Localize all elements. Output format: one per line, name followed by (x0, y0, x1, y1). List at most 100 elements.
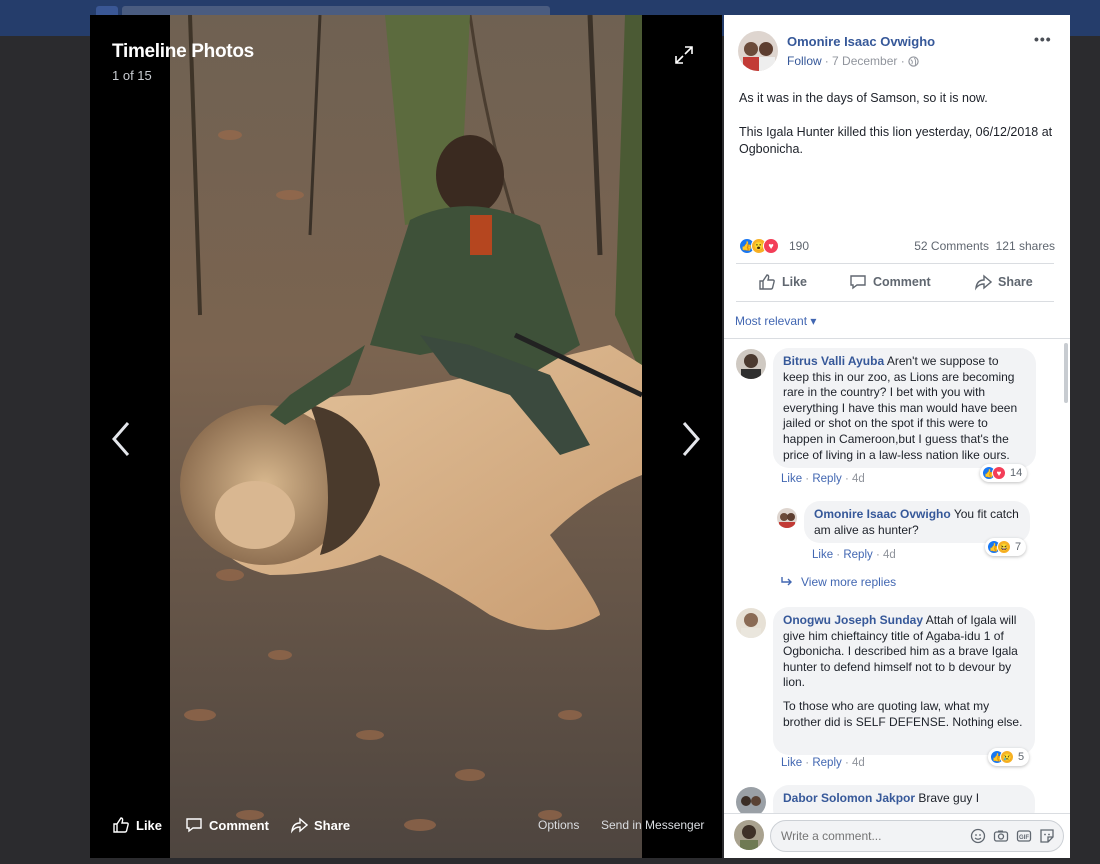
comment-label: Comment (873, 275, 931, 289)
share-icon (290, 817, 308, 834)
post-paragraph: This Igala Hunter killed this lion yeste… (739, 125, 1053, 156)
view-more-replies-link[interactable]: View more replies (781, 575, 896, 589)
thumbs-up-icon (113, 817, 129, 833)
more-options-icon[interactable]: ••• (1034, 31, 1052, 47)
sticker-icon[interactable] (1039, 828, 1055, 844)
comment-reaction-count: 14 (1010, 467, 1023, 479)
next-photo-button[interactable] (672, 419, 706, 459)
shares-count[interactable]: 121 shares (996, 239, 1055, 253)
post-date[interactable]: · 7 December · (825, 54, 905, 68)
follow-link[interactable]: Follow (787, 54, 822, 68)
share-button[interactable]: Share (974, 273, 1033, 291)
comment-text-second-paragraph: To those who are quoting law, what my br… (783, 698, 1023, 729)
send-in-messenger-button[interactable]: Send in Messenger (601, 818, 704, 832)
caret-down-icon: ▾ (810, 314, 817, 328)
view-more-replies-label: View more replies (801, 575, 897, 589)
comment-input-box[interactable]: GIF (770, 820, 1064, 852)
comment-reactions[interactable]: 👍 😢 5 (988, 748, 1030, 766)
composer-icons: GIF (970, 828, 1055, 844)
reply-reply-link[interactable]: Reply (843, 549, 872, 561)
hunter-lion-photo (170, 15, 642, 858)
reply-arrow-icon (781, 577, 792, 586)
comment-icon (186, 818, 202, 833)
comment-reaction-count: 5 (1018, 751, 1025, 763)
comment-bubble: Onogwu Joseph Sunday Attah of Igala will… (773, 607, 1035, 755)
photo-counter: 1 of 15 (112, 68, 152, 83)
thumbs-up-icon (759, 274, 775, 290)
viewer-action-bar: Like Comment Share Options Send in Messe… (90, 798, 722, 858)
commenter-name[interactable]: Dabor Solomon Jakpor (783, 791, 915, 805)
post-actions: Like Comment Share (736, 267, 1054, 299)
previous-photo-button[interactable] (106, 419, 140, 459)
gif-icon[interactable]: GIF (1016, 828, 1032, 844)
divider (736, 263, 1054, 264)
comment-meta: Like · Reply · 4d (781, 473, 865, 485)
comment-composer: GIF (724, 813, 1070, 858)
reply-meta: Like · Reply · 4d (812, 549, 896, 561)
post-body: As it was in the days of Samson, so it i… (739, 90, 1059, 175)
photo-viewer: Timeline Photos 1 of 15 Like Comment Sha… (90, 15, 722, 858)
commenter-avatar[interactable] (736, 608, 766, 638)
comment-time[interactable]: · 4d (845, 757, 865, 769)
comment-text: Aren't we suppose to keep this in our zo… (783, 354, 1018, 462)
author-avatar[interactable] (738, 31, 778, 71)
comments-count[interactable]: 52 Comments (914, 239, 989, 253)
reply-author-name[interactable]: Omonire Isaac Ovwigho (814, 507, 951, 521)
share-label: Share (998, 275, 1033, 289)
comment-reply-link[interactable]: Reply (812, 473, 841, 485)
comment-button[interactable]: Comment (849, 273, 931, 291)
viewer-options-button[interactable]: Options (538, 818, 579, 832)
reply-bubble: Omonire Isaac Ovwigho You fit catch am a… (804, 501, 1030, 543)
emoji-icon[interactable] (970, 828, 986, 844)
like-label: Like (782, 275, 808, 289)
reactions-summary: 👍 😮 ♥ 190 52 Comments 121 shares (739, 237, 1055, 257)
comment-time[interactable]: · 4d (845, 473, 865, 485)
love-reaction-icon: ♥ (763, 238, 779, 254)
comment-like-link[interactable]: Like (781, 473, 802, 485)
comment-reply-link[interactable]: Reply (812, 757, 841, 769)
reply-reactions[interactable]: 👍 😆 7 (985, 538, 1027, 556)
divider (724, 338, 1070, 339)
comment-reactions[interactable]: 👍 ♥ 14 (980, 464, 1028, 482)
globe-icon (908, 55, 919, 67)
expand-icon[interactable] (674, 45, 694, 65)
comment-text: Brave guy I (918, 791, 980, 805)
commenter-name[interactable]: Onogwu Joseph Sunday (783, 613, 923, 627)
viewer-comment-button[interactable]: Comment (185, 816, 269, 834)
like-button[interactable]: Like (758, 273, 807, 291)
comment-meta: Like · Reply · 4d (781, 757, 865, 769)
viewer-share-button[interactable]: Share (290, 816, 350, 834)
chevron-left-icon (112, 422, 130, 456)
current-user-avatar (734, 820, 764, 850)
comment-bubble: Bitrus Valli Ayuba Aren't we suppose to … (773, 348, 1036, 468)
sad-reaction-icon: 😢 (1000, 750, 1014, 764)
viewer-comment-label: Comment (209, 817, 269, 833)
reply-like-link[interactable]: Like (812, 549, 833, 561)
viewer-title: Timeline Photos (112, 41, 254, 62)
haha-reaction-icon: 😆 (997, 540, 1011, 554)
reply-avatar[interactable] (777, 508, 797, 528)
reply-time[interactable]: · 4d (876, 549, 896, 561)
comment-sort-dropdown[interactable]: Most relevant ▾ (735, 314, 816, 328)
reaction-icons[interactable]: 👍 😮 ♥ (739, 238, 779, 254)
post-paragraph: As it was in the days of Samson, so it i… (739, 91, 988, 105)
comment-input[interactable] (781, 829, 961, 843)
love-reaction-icon: ♥ (992, 466, 1006, 480)
reaction-count[interactable]: 190 (789, 239, 809, 253)
viewer-share-label: Share (314, 817, 351, 833)
chevron-right-icon (682, 422, 700, 456)
divider (736, 301, 1054, 302)
commenter-name[interactable]: Bitrus Valli Ayuba (783, 354, 884, 368)
svg-text:GIF: GIF (1019, 835, 1029, 841)
viewer-like-button[interactable]: Like (112, 816, 162, 834)
post-author-name[interactable]: Omonire Isaac Ovwigho (787, 34, 935, 49)
comments-shares-count: 52 Comments 121 shares (914, 239, 1055, 253)
commenter-avatar[interactable] (736, 349, 766, 379)
sort-label: Most relevant (735, 314, 808, 328)
post-side-panel: Omonire Isaac Ovwigho Follow · 7 Decembe… (724, 15, 1070, 858)
viewer-like-label: Like (136, 817, 163, 833)
comment-icon (850, 275, 866, 290)
camera-icon[interactable] (993, 828, 1009, 844)
comment-like-link[interactable]: Like (781, 757, 802, 769)
comments-scrollbar[interactable] (1064, 343, 1068, 403)
